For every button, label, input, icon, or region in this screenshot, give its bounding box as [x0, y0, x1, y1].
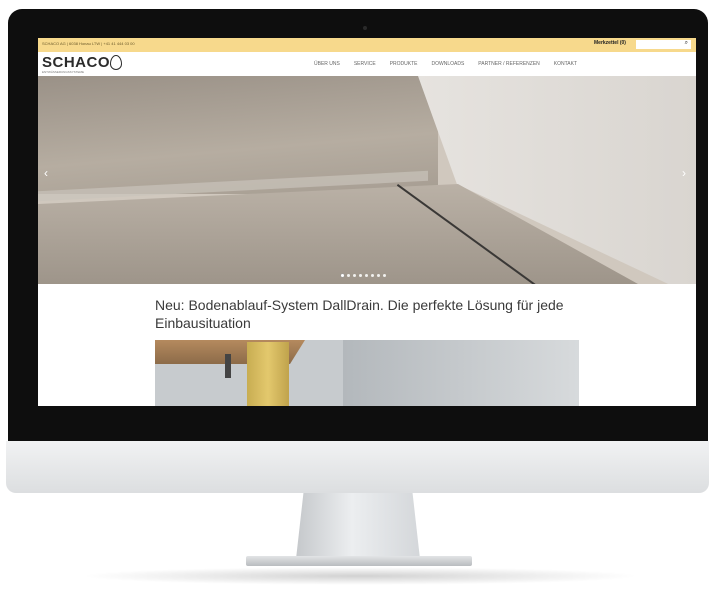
droplet-logo-icon — [110, 55, 122, 70]
schaco-logo[interactable]: SCHACO — [42, 54, 110, 71]
slider-dot[interactable] — [359, 274, 362, 277]
nav-item-produkte[interactable]: PRODUKTE — [390, 61, 418, 67]
contact-address: SCHACO AG | 6038 Honau LTW | +41 41 444 … — [42, 41, 135, 46]
slider-dot[interactable] — [377, 274, 380, 277]
monitor-foot — [246, 556, 472, 566]
top-info-bar: SCHACO AG | 6038 Honau LTW | +41 41 444 … — [38, 38, 696, 52]
search-icon[interactable]: ⌕ — [685, 40, 688, 47]
logo-tagline: ENTWÄSSERUNGSSYSTEME — [42, 70, 85, 74]
website-screen: SCHACO AG | 6038 Honau LTW | +41 41 444 … — [38, 38, 696, 406]
slider-dot[interactable] — [365, 274, 368, 277]
chevron-left-icon[interactable]: ‹ — [44, 166, 48, 180]
page-headline: Neu: Bodenablauf-System DallDrain. Die p… — [155, 297, 564, 331]
site-header: SCHACO ENTWÄSSERUNGSSYSTEME ÜBER UNS SER… — [38, 52, 696, 76]
nav-item-downloads[interactable]: DOWNLOADS — [432, 61, 465, 67]
nav-item-service[interactable]: SERVICE — [354, 61, 376, 67]
photo-hook — [225, 354, 231, 378]
main-navigation: ÜBER UNS SERVICE PRODUKTE DOWNLOADS PART… — [314, 61, 591, 67]
photo-wall — [343, 340, 579, 406]
product-photo — [155, 340, 579, 406]
slider-dot[interactable] — [383, 274, 386, 277]
photo-towel — [247, 342, 289, 406]
slider-pagination — [341, 274, 386, 277]
chevron-right-icon[interactable]: › — [682, 166, 686, 180]
monitor-stand — [296, 493, 420, 559]
nav-item-kontakt[interactable]: KONTAKT — [554, 61, 577, 67]
nav-item-ueber-uns[interactable]: ÜBER UNS — [314, 61, 340, 67]
camera-icon — [363, 26, 367, 30]
monitor-chin — [6, 441, 709, 493]
slider-dot[interactable] — [353, 274, 356, 277]
merkzettel-link[interactable]: Merkzettel (0) — [594, 40, 626, 46]
search-input[interactable]: ⌕ — [636, 40, 691, 49]
slider-dot[interactable] — [347, 274, 350, 277]
slider-dot[interactable] — [341, 274, 344, 277]
slider-dot[interactable] — [371, 274, 374, 277]
hero-slider: ‹ › — [38, 76, 696, 284]
nav-item-partner-referenzen[interactable]: PARTNER / REFERENZEN — [478, 61, 540, 67]
monitor-shadow — [80, 567, 640, 585]
